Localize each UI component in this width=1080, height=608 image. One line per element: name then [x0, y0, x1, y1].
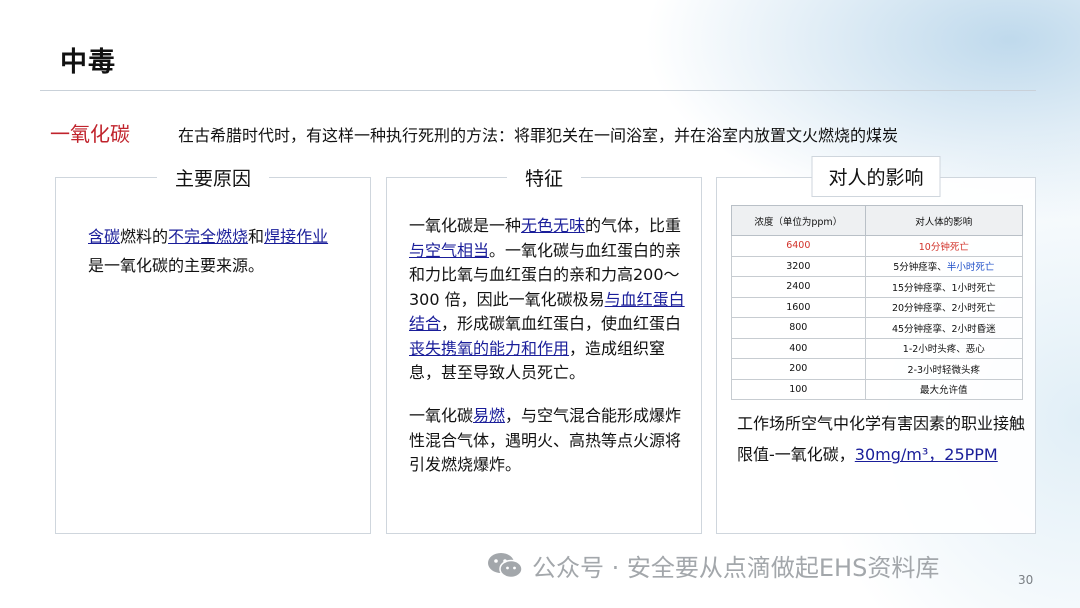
effect-text: 15分钟痉挛、1小时死亡 — [891, 282, 996, 294]
exposure-limit-values: 30mg/m³，25PPM — [854, 445, 998, 464]
causes-text: 含碳燃料的不完全燃烧和焊接作业是一氧化碳的主要来源。 — [88, 222, 378, 280]
causes-part: 焊接作业 — [264, 227, 329, 246]
effects-table-wrap: 浓度（单位为ppm） 对人体的影响 6400 10分钟死亡 3200 5分钟痉挛、半小… — [731, 205, 1024, 400]
causes-panel: 主要原因 含碳燃料的不完全燃烧和焊接作业是一氧化碳的主要来源。 — [55, 160, 371, 534]
effect-highlight: 半小时死亡 — [946, 262, 995, 274]
exposure-limit-text: 工作场所空气中化学有害因素的职业接触限值-一氧化碳，30mg/m³，25PPM — [737, 408, 1027, 470]
table-row: 200 2-3小时轻微头疼 — [731, 358, 1024, 380]
table-row: 400 1-2小时头疼、恶心 — [731, 337, 1024, 359]
effect-text: 5分钟痉挛、 — [893, 262, 947, 274]
features-para-1: 一氧化碳是一种无色无味的气体，比重与空气相当。一氧化碳与血红蛋白的亲和力比氧与血… — [409, 214, 691, 386]
concentration-cell: 800 — [731, 317, 866, 339]
subject-label: 一氧化碳 — [50, 122, 130, 146]
causes-heading: 主要原因 — [156, 160, 270, 195]
effects-panel: 对人的影响 浓度（单位为ppm） 对人体的影响 6400 10分钟死亡 3200 5分… — [716, 156, 1036, 534]
table-row: 800 45分钟痉挛、2小时昏迷 — [731, 317, 1024, 339]
column-header: 浓度（单位为ppm） — [731, 205, 866, 236]
features-part: 易燃 — [473, 406, 506, 425]
features-para-2: 一氧化碳易燃，与空气混合能形成爆炸性混合气体，遇明火、高热等点火源将引发燃烧爆炸… — [409, 404, 691, 478]
watermark-text: 公众号 · 安全要从点滴做起EHS资料库 — [532, 554, 940, 582]
causes-part: 不完全燃烧 — [168, 227, 249, 246]
effect-cell: 2-3小时轻微头疼 — [864, 358, 1024, 380]
causes-part: 燃料的 — [120, 227, 169, 246]
concentration-cell: 2400 — [731, 276, 866, 298]
concentration-cell: 100 — [731, 378, 866, 400]
wechat-icon — [488, 552, 523, 578]
causes-part: 和 — [248, 227, 265, 246]
causes-part: 含碳 — [88, 227, 121, 246]
effect-cell: 15分钟痉挛、1小时死亡 — [864, 276, 1024, 298]
effects-heading: 对人的影响 — [811, 156, 941, 197]
features-panel: 特征 一氧化碳是一种无色无味的气体，比重与空气相当。一氧化碳与血红蛋白的亲和力比… — [386, 160, 702, 534]
effects-table: 浓度（单位为ppm） 对人体的影响 6400 10分钟死亡 3200 5分钟痉挛、半小… — [731, 205, 1024, 400]
table-row: 6400 10分钟死亡 — [731, 235, 1024, 257]
effect-cell: 最大允许值 — [864, 378, 1024, 400]
page-number: 30 — [1018, 573, 1034, 587]
effect-text: 最大允许值 — [920, 385, 968, 397]
table-row: 3200 5分钟痉挛、半小时死亡 — [731, 255, 1024, 277]
intro-text: 在古希腊时代时，有这样一种执行死刑的方法：将罪犯关在一间浴室，并在浴室内放置文火… — [178, 126, 899, 145]
effect-cell: 10分钟死亡 — [864, 235, 1024, 257]
features-part: 的气体，比重 — [585, 216, 682, 235]
title-divider — [40, 90, 1036, 91]
effect-text: 20分钟痉挛、2小时死亡 — [891, 303, 996, 315]
effect-cell: 5分钟痉挛、半小时死亡 — [864, 255, 1024, 277]
causes-part: 是一氧化碳的主要来源。 — [88, 256, 265, 275]
concentration-cell: 6400 — [731, 235, 866, 257]
effect-text: 45分钟痉挛、2小时昏迷 — [891, 323, 996, 335]
effect-cell: 20分钟痉挛、2小时死亡 — [864, 296, 1024, 318]
features-part: ，形成碳氧血红蛋白，使血红蛋白 — [441, 314, 682, 333]
effect-cell: 45分钟痉挛、2小时昏迷 — [864, 317, 1024, 339]
table-row: 100 最大允许值 — [731, 378, 1024, 400]
concentration-cell: 3200 — [731, 255, 866, 277]
features-part: 无色无味 — [521, 216, 586, 235]
effect-cell: 1-2小时头疼、恶心 — [864, 337, 1024, 359]
table-header-row: 浓度（单位为ppm） 对人体的影响 — [731, 205, 1024, 236]
features-part: 与空气相当 — [409, 240, 490, 260]
table-row: 1600 20分钟痉挛、2小时死亡 — [731, 296, 1024, 318]
features-part: 一氧化碳是一种 — [409, 216, 522, 235]
features-heading: 特征 — [506, 160, 582, 195]
concentration-cell: 400 — [731, 337, 866, 359]
concentration-cell: 1600 — [731, 296, 866, 318]
features-part: 丧失携氧的能力和作用 — [409, 338, 570, 358]
column-header: 对人体的影响 — [864, 205, 1024, 236]
page-title: 中毒 — [60, 47, 116, 78]
table-row: 2400 15分钟痉挛、1小时死亡 — [731, 276, 1024, 298]
effect-text: 2-3小时轻微头疼 — [907, 364, 981, 376]
effect-highlight: 10分钟死亡 — [918, 241, 969, 253]
features-part: 一氧化碳 — [409, 406, 474, 425]
watermark: 公众号 · 安全要从点滴做起EHS资料库 — [486, 548, 939, 583]
concentration-cell: 200 — [731, 358, 866, 380]
effect-text: 1-2小时头疼、恶心 — [902, 344, 985, 356]
